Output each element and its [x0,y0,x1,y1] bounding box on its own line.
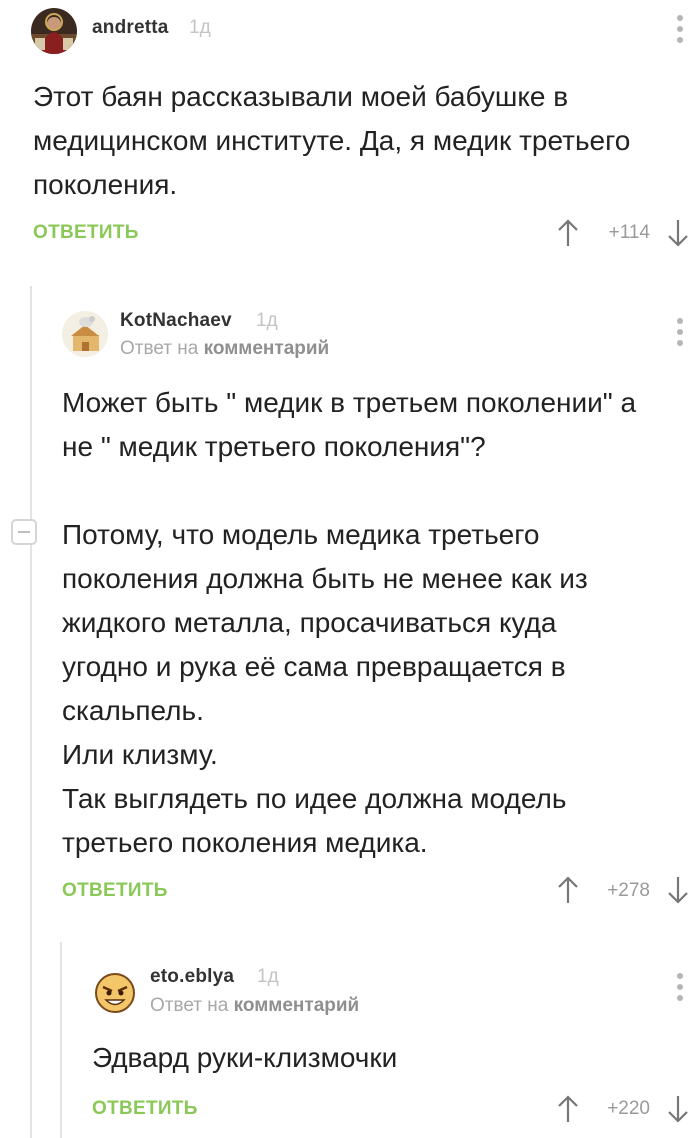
text-line: скальпель. [62,695,204,726]
username[interactable]: KotNachaev [120,310,232,332]
text-line: Может быть " медик в третьем поколении" … [62,387,637,418]
text-line: Этот баян рассказывали моей бабушке в [33,81,569,112]
reply-target-link[interactable]: комментарий [234,995,360,1016]
arrow-up-icon[interactable] [556,1094,580,1129]
arrow-down-icon[interactable] [666,218,690,253]
more-vertical-icon[interactable] [675,318,685,351]
reply-prefix: Ответ на [120,338,199,359]
reply-target-link[interactable]: комментарий [204,338,330,359]
thread-line [60,942,62,1138]
timestamp: 1д [189,17,211,38]
reply-button[interactable]: ОТВЕТИТЬ [62,880,168,902]
timestamp: 1д [257,966,279,987]
arrow-up-icon[interactable] [556,218,580,253]
reply-to: Ответ на комментарий [120,338,329,360]
text-line: Эдвард руки-клизмочки [92,1042,398,1073]
text-line: не " медик третьего поколения"? [62,431,486,462]
avatar[interactable] [31,8,77,54]
reply-to: Ответ на комментарий [150,995,359,1017]
avatar[interactable] [62,311,108,357]
username[interactable]: andretta [92,17,169,39]
arrow-down-icon[interactable] [666,875,690,910]
username[interactable]: eto.eblya [150,966,234,988]
arrow-down-icon[interactable] [666,1094,690,1129]
rating: +114 [608,222,650,243]
more-vertical-icon[interactable] [675,973,685,1006]
rating: +278 [607,880,650,901]
text-line [62,469,682,513]
more-vertical-icon[interactable] [675,15,685,48]
text-line: третьего поколения медика. [62,827,428,858]
minus-icon[interactable] [11,519,37,545]
text-line: жидкого металла, просачиваться куда [62,607,557,638]
comment-text: Эдвард руки-клизмочки [92,1036,672,1080]
text-line: медицинском институте. Да, я медик треть… [33,125,631,156]
text-line: Так выглядеть по идее должна модель [62,783,567,814]
timestamp: 1д [256,310,278,331]
text-line: поколения должна быть не менее как из [62,563,588,594]
comment-text: Этот баян рассказывали моей бабушке в ме… [33,75,673,207]
reply-button[interactable]: ОТВЕТИТЬ [33,222,139,244]
reply-button[interactable]: ОТВЕТИТЬ [92,1098,198,1120]
text-line: Или клизму. [62,739,218,770]
avatar[interactable] [92,969,138,1015]
arrow-up-icon[interactable] [556,875,580,910]
rating: +220 [607,1098,650,1119]
thread-line [30,286,32,1138]
text-line: угодно и рука её сама превращается в [62,651,566,682]
text-line: поколения. [33,169,178,200]
text-line: Потому, что модель медика третьего [62,519,540,550]
reply-prefix: Ответ на [150,995,229,1016]
comment-text: Может быть " медик в третьем поколении" … [62,381,682,865]
